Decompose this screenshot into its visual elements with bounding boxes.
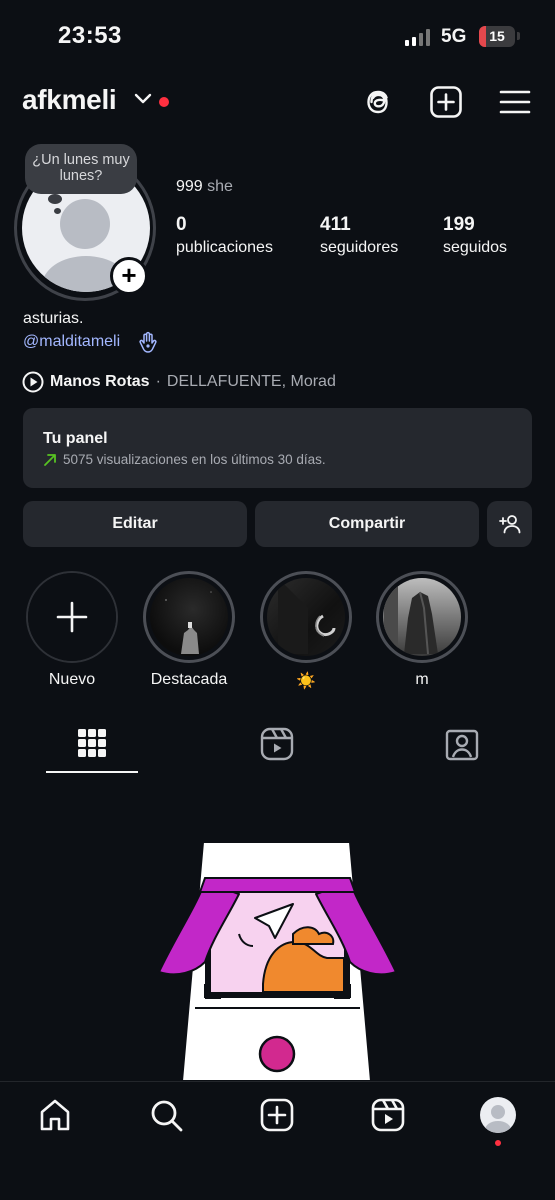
highlight-item[interactable]: ☀️ (260, 571, 352, 691)
music-artist: DELLAFUENTE, Morad (166, 373, 336, 390)
bio-text: asturias. (23, 310, 84, 327)
music-song: Manos Rotas (50, 373, 150, 390)
profile-avatar-icon[interactable] (480, 1097, 516, 1133)
bio-mention-link[interactable]: @malditameli (23, 333, 120, 351)
profile-note[interactable]: ¿Un lunes muy lunes? (25, 144, 137, 194)
add-story-button[interactable]: + (110, 257, 148, 295)
reels-icon[interactable] (370, 1097, 406, 1133)
share-profile-button[interactable]: Compartir (255, 501, 479, 547)
create-post-icon[interactable] (429, 85, 463, 119)
panel-title: Tu panel (43, 430, 108, 447)
pronouns-text: she (207, 178, 233, 195)
hamsa-icon (139, 331, 157, 353)
highlight-label: m (415, 671, 429, 688)
status-time: 23:53 (58, 22, 122, 49)
grid-icon[interactable] (78, 727, 106, 759)
stat-followers[interactable]: 411 seguidores (320, 214, 398, 257)
network-type: 5G (441, 26, 467, 47)
signal-icon (405, 28, 430, 46)
highlight-item[interactable]: Destacada (143, 571, 235, 689)
professional-dashboard[interactable]: Tu panel 5075 visualizaciones en los últ… (23, 408, 532, 488)
create-post-icon[interactable] (259, 1097, 295, 1133)
edit-profile-button[interactable]: Editar (23, 501, 247, 547)
username-switcher[interactable]: afkmeli (22, 84, 117, 116)
active-tab-indicator (46, 771, 138, 773)
highlight-cover-image (384, 578, 438, 655)
battery-icon: 15 (479, 26, 515, 47)
stat-posts[interactable]: 0 publicaciones (176, 214, 273, 257)
highlight-label: Nuevo (48, 671, 96, 688)
battery-level: 15 (489, 28, 505, 44)
chevron-down-icon[interactable] (134, 92, 152, 106)
tagged-icon[interactable] (445, 727, 479, 761)
music-separator: · (155, 373, 161, 390)
highlight-cover-image (278, 578, 336, 654)
highlight-cover-image (165, 591, 212, 654)
highlight-label: ☀️ (296, 673, 316, 690)
plus-icon (56, 601, 88, 633)
highlight-item[interactable]: m (376, 571, 468, 689)
status-bar: 23:53 5G 15 (0, 0, 555, 70)
notification-dot (495, 1140, 501, 1146)
profile-music[interactable]: Manos Rotas · DELLAFUENTE, Morad (22, 371, 336, 393)
empty-state-illustration (158, 841, 397, 1082)
home-icon[interactable] (37, 1097, 73, 1133)
menu-icon[interactable] (498, 85, 532, 119)
trend-up-arrow-icon (44, 453, 56, 466)
play-icon[interactable] (22, 371, 44, 393)
pronouns: 999 she (176, 178, 233, 196)
highlight-label: Destacada (150, 671, 228, 688)
discover-people-button[interactable] (487, 501, 532, 547)
threads-icon[interactable] (361, 85, 395, 119)
reels-icon[interactable] (260, 727, 294, 761)
stat-following[interactable]: 199 seguidos (443, 214, 507, 257)
notification-dot (159, 97, 169, 107)
highlight-new[interactable]: Nuevo (26, 571, 118, 689)
search-icon[interactable] (148, 1097, 184, 1133)
panel-subtitle: 5075 visualizaciones en los últimos 30 d… (43, 452, 532, 467)
pronouns-number: 999 (176, 178, 203, 195)
add-person-icon (498, 515, 520, 534)
